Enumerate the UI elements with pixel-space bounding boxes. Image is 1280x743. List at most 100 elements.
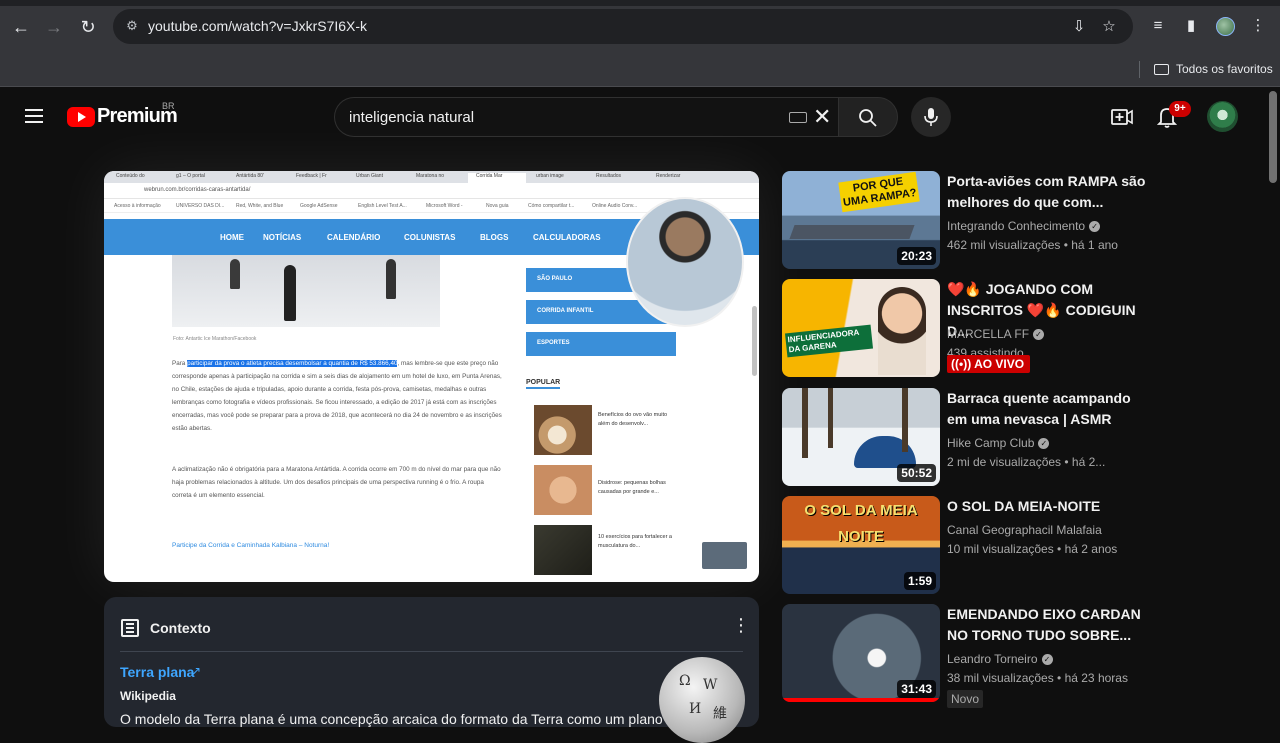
account-avatar[interactable] [1207, 101, 1238, 132]
context-link[interactable]: Terra plana [120, 664, 194, 680]
context-description: O modelo da Terra plana é uma concepção … [120, 711, 683, 727]
video-nav-item: BLOGS [480, 233, 509, 242]
recommendation-item[interactable]: INFLUENCIADORA DA GARENA ❤️🔥 JOGANDO COM… [782, 279, 1252, 379]
thumbnail-carrier-shape [789, 225, 915, 239]
recommendation-channel[interactable]: Integrando Conhecimento ✓ [947, 219, 1101, 233]
video-side-button-label: CORRIDA INFANTIL [537, 308, 594, 314]
recommendation-thumbnail[interactable]: POR QUE UMA RAMPA? 20:23 [782, 171, 940, 269]
recommendation-channel[interactable]: Leandro Torneiro ✓ [947, 652, 1053, 666]
video-duration: 31:43 [897, 680, 936, 698]
verified-icon: ✓ [1033, 329, 1045, 341]
recommendation-title[interactable]: EMENDANDO EIXO CARDAN NO TORNO TUDO SOBR… [947, 604, 1147, 646]
clear-search-icon[interactable]: ✕ [813, 104, 831, 130]
video-popular-text: Benefícios do ovo vão muito além do dese… [598, 412, 668, 427]
video-corner-widget [702, 542, 747, 569]
recommendation-thumbnail[interactable]: 31:43 [782, 604, 940, 702]
recommendation-item[interactable]: 31:43 EMENDANDO EIXO CARDAN NO TORNO TUD… [782, 604, 1252, 708]
site-info-icon[interactable]: ⚙ [123, 17, 141, 35]
browser-profile-avatar[interactable] [1216, 17, 1235, 36]
search-icon [859, 109, 877, 127]
video-bookmark: Online Audio Conv... [592, 203, 638, 209]
context-more-icon[interactable]: ⋮ [732, 616, 750, 634]
thumbnail-tree [828, 388, 833, 448]
recommendation-title[interactable]: O SOL DA MEIA-NOITE [947, 496, 1147, 517]
thumbnail-caption: POR QUE UMA RAMPA? [838, 171, 920, 213]
guide-menu-icon[interactable] [25, 109, 43, 123]
all-bookmarks-label: Todos os favoritos [1176, 62, 1273, 76]
wikipedia-globe-icon: ΩWИ維 [659, 657, 745, 743]
recommendation-thumbnail[interactable]: O SOL DA MEIA NOITE 1:59 [782, 496, 940, 594]
reload-icon[interactable]: ↻ [75, 14, 101, 40]
keyboard-icon[interactable] [789, 112, 807, 123]
tab-strip [0, 0, 1280, 6]
video-nav-item: COLUNISTAS [404, 233, 456, 242]
new-badge: Novo [947, 690, 984, 708]
all-bookmarks-folder[interactable]: Todos os favoritos [1154, 59, 1273, 79]
video-photo-caption: Foto: Antartic Ice Marathon/Facebook [173, 336, 257, 342]
forward-icon[interactable]: → [41, 14, 67, 40]
video-tab: Resultados [596, 173, 622, 179]
video-tab-active: Corrida Mar [468, 173, 526, 183]
video-bookmark: Google AdSense [300, 203, 338, 209]
recommendation-meta: 10 mil visualizações • há 2 anos [947, 542, 1118, 556]
folder-icon [1154, 63, 1169, 75]
video-player[interactable]: Conteúdo do g1 – O portal Antártida 80' … [104, 171, 759, 582]
video-paragraph-1: Para participar da prova o atleta precis… [172, 357, 502, 435]
video-browser-tabs: Conteúdo do g1 – O portal Antártida 80' … [104, 171, 759, 183]
video-tab: Feedback | Fr [296, 173, 327, 179]
video-side-button-label: ESPORTES [537, 340, 570, 346]
video-highlighted-text: participar da prova o atleta precisa des… [187, 360, 398, 367]
recommendation-thumbnail[interactable]: INFLUENCIADORA DA GARENA [782, 279, 940, 377]
photo-runner [284, 265, 296, 321]
recommendation-item[interactable]: POR QUE UMA RAMPA? 20:23 Porta-aviões co… [782, 171, 1252, 271]
context-panel: Contexto ⋮ Terra plana ↗ Wikipedia O mod… [104, 597, 759, 743]
video-popular-thumb-exercise [534, 525, 592, 575]
video-bookmark: Cómo compartilar t... [528, 203, 575, 209]
recommendation-channel[interactable]: Canal Geographacil Malafaia [947, 523, 1102, 537]
video-side-button: ESPORTES [526, 332, 676, 356]
search-box[interactable]: inteligencia natural ✕ [334, 97, 838, 137]
recommendation-thumbnail[interactable]: 50:52 [782, 388, 940, 486]
bookmark-star-icon[interactable]: ☆ [1098, 16, 1120, 38]
video-bookmark: English Level Test A... [358, 203, 407, 209]
recommendation-channel[interactable]: MARCELLA FF ✓ [947, 327, 1045, 341]
video-address-bar: webrun.com.br/corridas-caras-antartida/ [104, 183, 759, 199]
photo-person [230, 259, 240, 289]
page-scrollbar-thumb[interactable] [1269, 91, 1277, 183]
external-link-icon[interactable]: ↗ [191, 664, 201, 678]
recommendation-item[interactable]: 50:52 Barraca quente acampando em uma ne… [782, 388, 1252, 488]
search-button[interactable] [838, 97, 898, 137]
video-url: webrun.com.br/corridas-caras-antartida/ [144, 187, 251, 193]
youtube-logo[interactable]: Premium BR [67, 101, 178, 128]
recommendation-title[interactable]: Barraca quente acampando em uma nevasca … [947, 388, 1147, 430]
thumbnail-caption: INFLUENCIADORA DA GARENA [784, 324, 874, 358]
recommendation-title[interactable]: Porta-aviões com RAMPA são melhores do q… [947, 171, 1147, 213]
back-icon[interactable]: ← [8, 14, 34, 40]
side-panel-icon[interactable]: ▮ [1180, 15, 1202, 37]
video-article-link: Participe da Corrida e Caminhada Kalbian… [172, 542, 330, 549]
video-tab: urban image [536, 173, 564, 179]
recommendation-item[interactable]: O SOL DA MEIA NOITE 1:59 O SOL DA MEIA-N… [782, 496, 1252, 596]
voice-search-button[interactable] [911, 97, 951, 137]
channel-name: MARCELLA FF [947, 327, 1030, 341]
context-source: Wikipedia [120, 689, 176, 703]
live-icon: ((•)) [951, 357, 975, 371]
recommendation-channel[interactable]: Hike Camp Club ✓ [947, 436, 1050, 450]
verified-icon: ✓ [1089, 221, 1101, 233]
media-queue-icon[interactable]: ≡ [1147, 15, 1169, 37]
thumbnail-caption: O SOL DA MEIA NOITE [804, 502, 918, 545]
create-video-icon[interactable] [1111, 107, 1133, 127]
region-code: BR [162, 101, 175, 111]
recommendation-meta: 462 mil visualizações • há 1 ano [947, 238, 1118, 252]
install-app-icon[interactable]: ⇩ [1068, 16, 1090, 38]
context-heading: Contexto [150, 620, 211, 636]
address-bar[interactable]: ⚙ youtube.com/watch?v=JxkrS7I6X-k ⇩ ☆ [113, 9, 1133, 44]
video-duration: 1:59 [903, 572, 936, 590]
channel-name: Canal Geographacil Malafaia [947, 523, 1102, 537]
thumbnail-person [878, 287, 926, 375]
video-frame-scrollbar [752, 306, 757, 376]
address-url[interactable]: youtube.com/watch?v=JxkrS7I6X-k [148, 18, 367, 34]
search-input[interactable]: inteligencia natural [349, 109, 474, 126]
browser-menu-icon[interactable]: ⋮ [1247, 15, 1269, 37]
channel-name: Integrando Conhecimento [947, 219, 1086, 233]
